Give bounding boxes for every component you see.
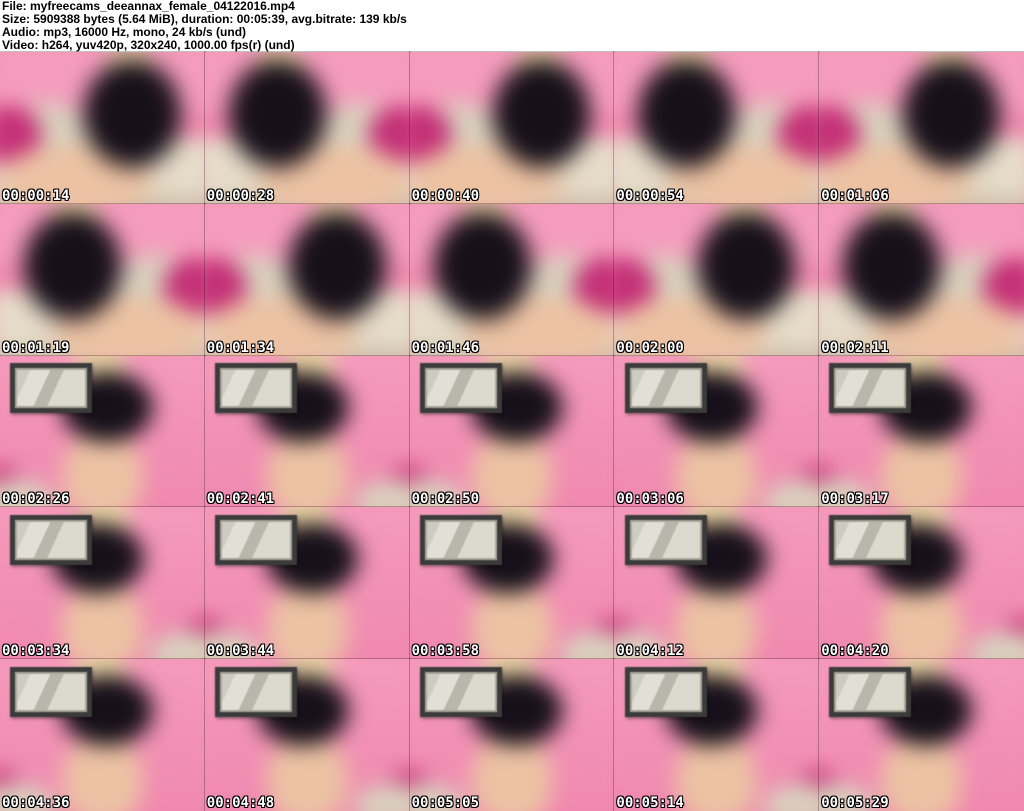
- picture-frame: [10, 666, 93, 717]
- video-info-line: Video: h264, yuv420p, 320x240, 1000.00 f…: [2, 38, 295, 52]
- video-thumbnail: 00:04:12: [613, 506, 821, 661]
- picture-frame: [419, 514, 502, 566]
- video-thumbnail: 00:00:14: [0, 51, 206, 205]
- video-thumbnail: 00:00:28: [203, 51, 411, 205]
- timestamp-overlay: 00:03:17: [821, 491, 889, 508]
- thumbnail-preview-placeholder: [0, 52, 205, 204]
- picture-frame: [829, 363, 912, 414]
- picture-frame: [624, 514, 707, 566]
- timestamp-overlay: 00:02:50: [411, 491, 480, 508]
- thumbnail-preview-placeholder: [409, 52, 615, 204]
- thumbnail-preview-placeholder: [409, 203, 615, 356]
- timestamp-overlay: 00:02:41: [206, 491, 275, 508]
- video-thumbnail: 00:02:50: [408, 354, 616, 509]
- timestamp-overlay: 00:03:58: [411, 643, 480, 660]
- timestamp-overlay: 00:02:11: [821, 339, 889, 356]
- picture-frame: [829, 514, 912, 566]
- timestamp-overlay: 00:03:06: [616, 491, 684, 508]
- video-thumbnail: 00:04:48: [203, 658, 411, 811]
- video-thumbnail: 00:03:44: [203, 506, 411, 661]
- thumbnail-preview-placeholder: [204, 203, 410, 356]
- video-thumbnail: 00:03:58: [408, 506, 616, 661]
- timestamp-overlay: 00:05:05: [411, 795, 480, 811]
- thumbnail-grid: 00:00:14 00:00:28 00:00:40 00:00:54 00:01:06…: [0, 51, 1024, 811]
- video-thumbnail: 00:00:40: [408, 51, 616, 205]
- video-thumbnail: 00:05:14: [613, 658, 821, 811]
- video-thumbnail: 00:02:11: [818, 202, 1024, 357]
- picture-frame: [215, 514, 297, 566]
- video-thumbnail: 00:04:36: [0, 658, 206, 811]
- video-thumbnail: 00:02:00: [613, 202, 821, 357]
- picture-frame: [624, 666, 707, 717]
- timestamp-overlay: 00:01:34: [206, 339, 275, 356]
- picture-frame: [215, 666, 297, 717]
- video-thumbnail: 00:04:20: [818, 506, 1024, 661]
- thumbnail-preview-placeholder: [614, 52, 820, 204]
- thumbnail-preview-placeholder: [614, 203, 820, 356]
- picture-frame: [419, 666, 502, 717]
- picture-frame: [419, 363, 502, 414]
- video-thumbnail: 00:03:06: [613, 354, 821, 509]
- timestamp-overlay: 00:03:34: [2, 643, 70, 660]
- video-thumbnail: 00:03:34: [0, 506, 206, 661]
- video-info-header: File: myfreecams_deeannax_female_0412201…: [0, 0, 1024, 52]
- timestamp-overlay: 00:00:28: [206, 187, 275, 204]
- video-thumbnail: 00:02:41: [203, 354, 411, 509]
- timestamp-overlay: 00:05:29: [821, 795, 889, 811]
- timestamp-overlay: 00:01:19: [2, 339, 70, 356]
- video-thumbnail: 00:01:06: [818, 51, 1024, 205]
- picture-frame: [10, 514, 93, 566]
- video-thumbnail: 00:03:17: [818, 354, 1024, 509]
- timestamp-overlay: 00:01:46: [411, 339, 480, 356]
- video-thumbnail: 00:05:29: [818, 658, 1024, 811]
- picture-frame: [10, 363, 93, 414]
- video-thumbnail: 00:00:54: [613, 51, 821, 205]
- timestamp-overlay: 00:00:14: [2, 187, 70, 204]
- timestamp-overlay: 00:03:44: [206, 643, 275, 660]
- thumbnail-preview-placeholder: [819, 203, 1024, 356]
- timestamp-overlay: 00:02:00: [616, 339, 684, 356]
- timestamp-overlay: 00:04:48: [206, 795, 275, 811]
- video-thumbnail: 00:05:05: [408, 658, 616, 811]
- timestamp-overlay: 00:04:36: [2, 795, 70, 811]
- video-thumbnail: 00:01:34: [203, 202, 411, 357]
- timestamp-overlay: 00:00:40: [411, 187, 480, 204]
- thumbnail-preview-placeholder: [819, 52, 1024, 204]
- picture-frame: [624, 363, 707, 414]
- thumbnail-preview-placeholder: [0, 203, 205, 356]
- thumbnail-preview-placeholder: [204, 52, 410, 204]
- picture-frame: [829, 666, 912, 717]
- timestamp-overlay: 00:04:20: [821, 643, 889, 660]
- video-thumbnail: 00:01:46: [408, 202, 616, 357]
- timestamp-overlay: 00:05:14: [616, 795, 684, 811]
- timestamp-overlay: 00:04:12: [616, 643, 684, 660]
- timestamp-overlay: 00:00:54: [616, 187, 684, 204]
- video-thumbnail: 00:02:26: [0, 354, 206, 509]
- timestamp-overlay: 00:01:06: [821, 187, 889, 204]
- timestamp-overlay: 00:02:26: [2, 491, 70, 508]
- picture-frame: [215, 363, 297, 414]
- video-thumbnail: 00:01:19: [0, 202, 206, 357]
